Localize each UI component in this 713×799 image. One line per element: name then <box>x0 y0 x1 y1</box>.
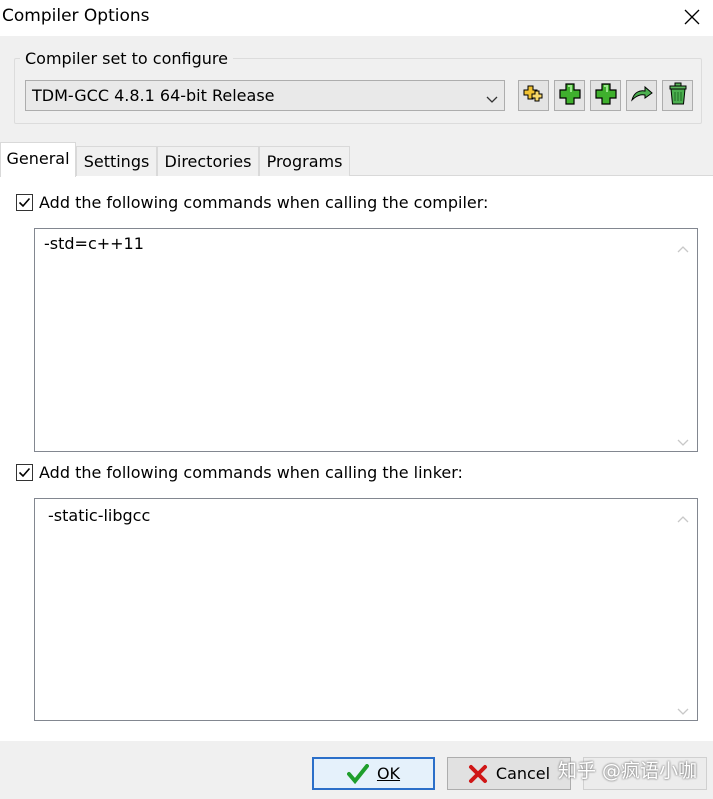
tab-programs[interactable]: Programs <box>259 146 350 176</box>
add-compiler-folder-button[interactable] <box>590 80 621 111</box>
chevron-down-icon <box>486 90 498 103</box>
tab-general-label: General <box>6 149 70 168</box>
linker-commands-label: Add the following commands when calling … <box>39 462 463 482</box>
compiler-commands-option[interactable]: Add the following commands when calling … <box>16 191 488 213</box>
watermark: 知乎 @疯语小咖 <box>557 760 697 782</box>
checkmark-icon <box>346 763 369 784</box>
tab-general[interactable]: General <box>0 142 76 177</box>
scroll-down-icon[interactable] <box>677 433 689 446</box>
tab-settings[interactable]: Settings <box>76 146 157 176</box>
add-compiler-button[interactable] <box>554 80 585 111</box>
delete-compiler-button[interactable] <box>662 80 693 111</box>
tab-settings-label: Settings <box>83 152 150 171</box>
find-compilers-button[interactable] <box>518 80 549 111</box>
find-compilers-icon <box>522 83 546 109</box>
plus-icon <box>558 82 581 109</box>
tab-strip: General Settings Directories Programs <box>0 142 713 177</box>
compiler-set-select[interactable]: TDM-GCC 4.8.1 64-bit Release <box>25 80 505 111</box>
linker-commands-checkbox[interactable] <box>16 463 33 481</box>
cancel-label: Cancel <box>495 764 551 783</box>
scroll-up-icon[interactable] <box>677 509 689 523</box>
tab-programs-label: Programs <box>266 152 343 171</box>
ok-label: OK <box>376 764 401 783</box>
compiler-set-value: TDM-GCC 4.8.1 64-bit Release <box>32 86 275 105</box>
compiler-commands-value: -std=c++11 <box>44 234 144 253</box>
tab-directories[interactable]: Directories <box>157 146 259 176</box>
close-icon[interactable] <box>679 4 705 30</box>
compiler-commands-label: Add the following commands when calling … <box>39 192 489 212</box>
linker-commands-option[interactable]: Add the following commands when calling … <box>16 461 463 483</box>
linker-commands-textarea[interactable]: -static-libgcc <box>34 498 698 721</box>
scroll-down-icon[interactable] <box>677 702 689 715</box>
trash-icon <box>667 82 689 110</box>
cross-icon <box>468 764 488 784</box>
plus-icon <box>594 82 617 109</box>
compiler-commands-checkbox[interactable] <box>16 193 33 211</box>
compiler-commands-textarea[interactable]: -std=c++11 <box>34 228 698 452</box>
rename-compiler-button[interactable] <box>626 80 657 111</box>
linker-commands-value: -static-libgcc <box>48 506 151 525</box>
tab-directories-label: Directories <box>164 152 252 171</box>
title-bar: Compiler Options <box>0 0 713 36</box>
compiler-set-label: Compiler set to configure <box>20 49 233 68</box>
ok-button[interactable]: OK <box>312 757 435 790</box>
cancel-button[interactable]: Cancel <box>447 757 571 790</box>
window-title: Compiler Options <box>2 6 150 26</box>
scroll-up-icon[interactable] <box>677 239 689 253</box>
arrow-right-icon <box>630 83 654 109</box>
